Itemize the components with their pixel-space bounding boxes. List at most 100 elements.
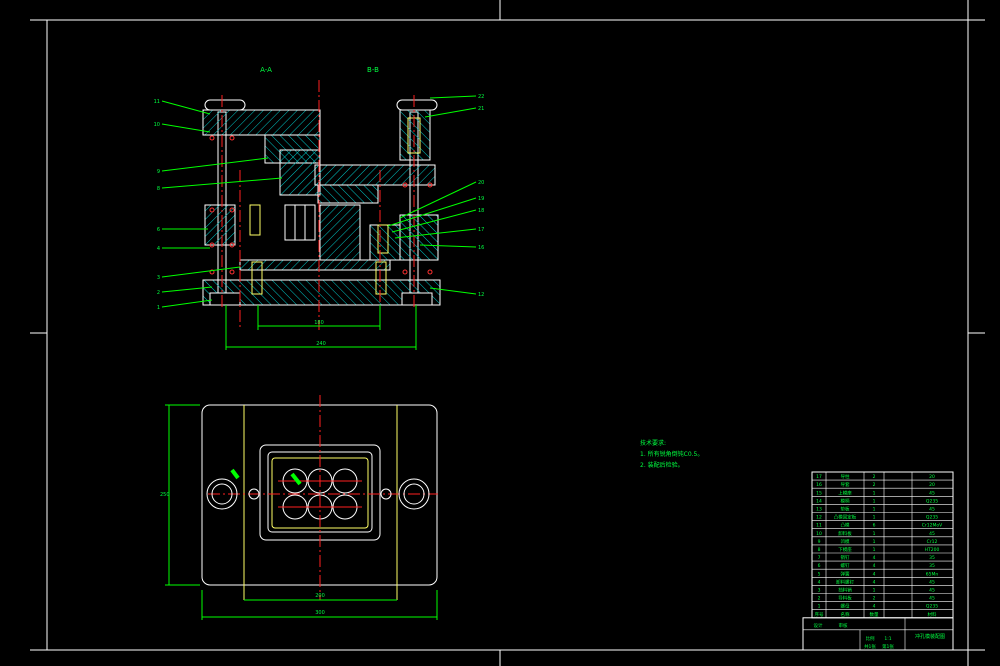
bom-cell-qty: 4 <box>873 604 876 610</box>
bom-cell-name: 导料板 <box>838 595 852 602</box>
dim-plan-height: 250 <box>160 492 170 498</box>
bom-cell-material: Cr12MoV <box>922 523 943 529</box>
bill-of-materials: 17 导柱 2 2016 导套 2 2015 上模座 1 4514 模柄 1 Q23513 垫板 1 4512… <box>802 471 954 651</box>
bom-cell-qty: 2 <box>873 474 876 480</box>
technical-notes: 技术要求: 1. 所有锐角倒钝C0.5。 2. 装配后检验。 <box>640 439 703 469</box>
callout-right: 20 <box>478 180 484 186</box>
section-label-left: A-A <box>260 66 272 74</box>
bom-cell-name: 螺钉 <box>841 562 850 569</box>
bom-cell-qty: 1 <box>873 515 876 521</box>
callout-right: 21 <box>478 106 484 112</box>
callout-left: 11 <box>154 99 160 105</box>
bom-cell-index: 2 <box>818 596 821 602</box>
callout-right: 12 <box>478 292 484 298</box>
callout-left: 10 <box>154 122 160 128</box>
bom-cell-name: 导柱 <box>841 473 850 480</box>
bom-cell-qty: 1 <box>873 498 876 504</box>
title-block-field: 1:1 <box>884 636 891 642</box>
bom-cell-qty: 4 <box>873 571 876 577</box>
front-section-view: 11 10 9 8 6 4 3 2 1 22 21 20 19 18 17 16… <box>154 80 484 350</box>
bom-cell-index: 15 <box>816 490 822 496</box>
bom-header: 材料 <box>928 611 937 618</box>
bom-cell-index: 17 <box>816 474 822 480</box>
dim-inner-width: 180 <box>314 320 324 326</box>
bom-cell-name: 凸模 <box>841 522 850 529</box>
title-block-field: 比例 <box>866 635 875 642</box>
title-block-field: 第1张 <box>882 643 894 650</box>
callout-right: 19 <box>478 196 484 202</box>
bom-cell-index: 8 <box>818 547 821 553</box>
bom-cell-index: 6 <box>818 563 821 569</box>
bom-header: 数量 <box>870 611 879 618</box>
bom-cell-name: 销钉 <box>841 554 850 561</box>
bom-cell-material: 45 <box>929 596 935 602</box>
bom-cell-name: 模柄 <box>841 497 850 504</box>
bom-cell-qty: 1 <box>873 588 876 594</box>
bom-header: 序号 <box>815 611 824 618</box>
section-label-right: B-B <box>367 66 379 74</box>
title-block-field: 审核 <box>839 622 848 629</box>
bom-cell-qty: 4 <box>873 579 876 585</box>
bom-cell-index: 3 <box>818 588 821 594</box>
bom-cell-qty: 4 <box>873 555 876 561</box>
bom-cell-qty: 1 <box>873 531 876 537</box>
bom-cell-name: 下模座 <box>838 546 852 553</box>
title-block-field: 设计 <box>814 622 823 629</box>
guide-post-cap-left <box>204 99 438 111</box>
callout-right: 16 <box>478 245 484 251</box>
bom-cell-material: HT200 <box>925 547 940 553</box>
callout-left: 2 <box>157 290 160 296</box>
bom-cell-material: Cr12 <box>927 539 938 545</box>
bom-cell-index: 9 <box>818 539 821 545</box>
bom-cell-name: 凸模固定板 <box>834 514 857 521</box>
bom-cell-material: Q235 <box>926 498 938 504</box>
dim-outer-width: 240 <box>316 341 326 347</box>
title-block-field: 共1张 <box>864 643 876 650</box>
bom-cell-name: 卸料螺钉 <box>836 578 854 585</box>
bom-cell-material: Q235 <box>926 604 938 610</box>
bom-cell-name: 螺母 <box>841 603 850 610</box>
bom-cell-index: 10 <box>816 531 822 537</box>
drawing-title: 冲孔模装配图 <box>915 633 945 640</box>
bom-cell-material: 35 <box>929 563 935 569</box>
bom-cell-qty: 1 <box>873 539 876 545</box>
bom-cell-index: 7 <box>818 555 821 561</box>
bom-cell-material: 45 <box>929 579 935 585</box>
plan-view: 250 200 300 <box>160 395 438 620</box>
dim-plan-outer: 300 <box>315 610 325 616</box>
bom-cell-index: 4 <box>818 579 821 585</box>
upper-die-plate <box>202 109 321 136</box>
bom-cell-qty: 2 <box>873 482 876 488</box>
bom-cell-qty: 6 <box>873 523 876 529</box>
bom-cell-qty: 1 <box>873 490 876 496</box>
bom-cell-index: 12 <box>816 515 822 521</box>
callout-left: 3 <box>157 275 160 281</box>
tech-notes-title: 技术要求: <box>640 439 666 447</box>
bom-cell-material: 20 <box>929 474 935 480</box>
bom-cell-qty: 1 <box>873 507 876 513</box>
bom-cell-material: 45 <box>929 490 935 496</box>
bom-cell-name: 卸料板 <box>838 530 852 537</box>
bom-cell-index: 16 <box>816 482 822 488</box>
bom-cell-index: 14 <box>816 498 822 504</box>
bom-cell-name: 垫板 <box>841 506 850 513</box>
callout-right: 22 <box>478 94 484 100</box>
bom-cell-material: 45 <box>929 531 935 537</box>
bom-cell-material: 45 <box>929 507 935 513</box>
dim-plan-inner: 200 <box>315 593 325 599</box>
bom-cell-qty: 4 <box>873 563 876 569</box>
callout-left: 4 <box>157 246 160 252</box>
tech-note-line: 1. 所有锐角倒钝C0.5。 <box>640 450 703 458</box>
bom-cell-index: 13 <box>816 507 822 513</box>
bom-cell-index: 11 <box>816 523 822 529</box>
callout-left: 9 <box>157 169 160 175</box>
callout-right: 17 <box>478 227 484 233</box>
bom-cell-qty: 2 <box>873 596 876 602</box>
callout-right: 18 <box>478 208 484 214</box>
callout-left: 6 <box>157 227 160 233</box>
bom-cell-name: 导套 <box>841 481 850 488</box>
callout-left: 1 <box>157 305 160 311</box>
bom-cell-index: 5 <box>818 571 821 577</box>
tech-note-line: 2. 装配后检验。 <box>640 461 684 469</box>
bom-cell-material: 35 <box>929 555 935 561</box>
